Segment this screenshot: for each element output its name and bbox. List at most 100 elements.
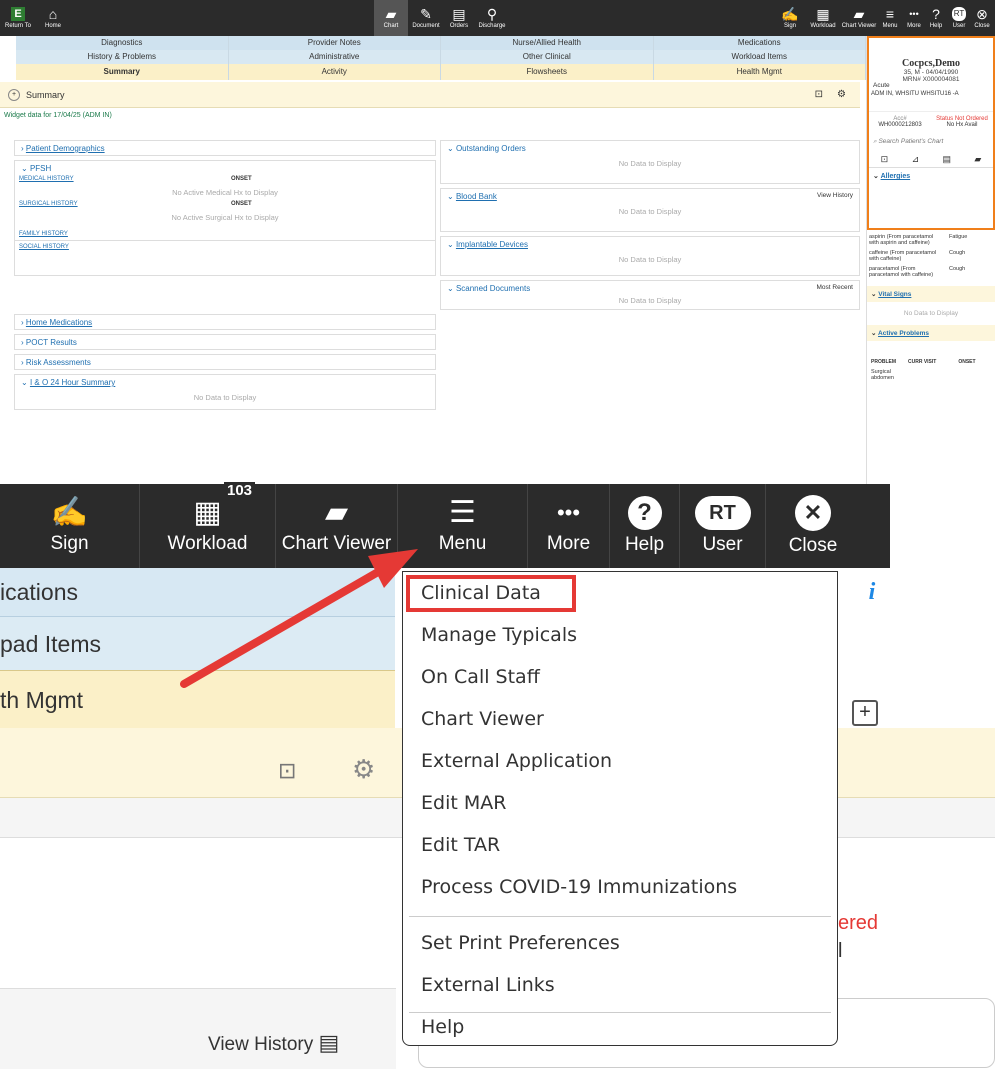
chart-icon[interactable]: ⊿ xyxy=(912,154,920,165)
chart-button[interactable]: ▰ Chart xyxy=(374,0,408,36)
menu-button[interactable]: ☰ Menu xyxy=(398,484,528,568)
allergy-name: caffeine (From paracetamol with caffeine… xyxy=(869,250,937,262)
clipboard-icon[interactable]: ▤ xyxy=(942,154,951,165)
upload-icon[interactable]: ⊡ xyxy=(278,758,296,784)
tab-other-clinical[interactable]: Other Clinical xyxy=(441,50,654,64)
active-problems-link[interactable]: Active Problems xyxy=(878,330,929,337)
orders-label: Orders xyxy=(449,23,469,29)
io-no-data: No Data to Display xyxy=(193,393,257,402)
chevron-down-icon: ⌄ xyxy=(447,192,454,201)
menu-item-set-print-preferences[interactable]: Set Print Preferences xyxy=(421,932,620,954)
allergy-reaction: Fatigue xyxy=(949,234,968,240)
help-button[interactable]: ? Help xyxy=(610,484,680,568)
surgical-history-link[interactable]: SURGICAL HISTORY xyxy=(19,201,78,207)
tab-medications[interactable]: Medications xyxy=(654,36,866,50)
risk-assessments-widget[interactable]: › Risk Assessments xyxy=(14,354,436,370)
tab-nurse-allied-health[interactable]: Nurse/Allied Health xyxy=(441,36,654,50)
blood-bank-link[interactable]: Blood Bank xyxy=(456,192,497,201)
menu-item-chart-viewer[interactable]: Chart Viewer xyxy=(421,708,544,730)
family-history-link[interactable]: FAMILY HISTORY xyxy=(19,231,68,237)
search-chart-input[interactable]: Search Patient's Chart xyxy=(878,138,943,145)
help-label: Help xyxy=(624,534,665,555)
sign-button[interactable]: ✍ Sign xyxy=(0,484,140,568)
workload-button[interactable]: ▦ 103 Workload xyxy=(140,482,276,568)
tab-workload-items[interactable]: Workload Items xyxy=(654,50,866,64)
most-recent-label[interactable]: Most Recent xyxy=(817,284,854,291)
upload-icon[interactable]: ⊡ xyxy=(815,89,823,100)
social-history-link[interactable]: SOCIAL HISTORY xyxy=(19,244,69,250)
menu-item-edit-mar[interactable]: Edit MAR xyxy=(421,792,506,814)
close-button-small[interactable]: ⊗ Close xyxy=(971,0,993,36)
tab-provider-notes[interactable]: Provider Notes xyxy=(229,36,441,50)
workload-icon: ▦ xyxy=(816,6,830,22)
help-button-small[interactable]: ? Help xyxy=(925,0,947,36)
acute-label: Acute xyxy=(873,82,890,89)
home-medications-widget[interactable]: › Home Medications xyxy=(14,314,436,330)
folder-icon[interactable]: ▰ xyxy=(974,154,981,165)
tab-workload-items-zoom[interactable]: pad Items xyxy=(0,616,395,670)
menu-item-external-application[interactable]: External Application xyxy=(421,750,612,772)
document-icon: ▤ xyxy=(318,1030,340,1055)
tab-health-mgmt[interactable]: Health Mgmt xyxy=(654,64,866,80)
tab-history-problems[interactable]: History & Problems xyxy=(16,50,229,64)
more-button[interactable]: ••• More xyxy=(528,484,610,568)
gear-icon[interactable]: ⚙ xyxy=(837,89,846,100)
vital-signs-link[interactable]: Vital Signs xyxy=(878,291,911,298)
chevron-down-icon: ⌄ xyxy=(873,173,879,180)
chart-viewer-button-small[interactable]: ▰ Chart Viewer xyxy=(841,0,877,36)
tab-health-mgmt-zoom[interactable]: th Mgmt xyxy=(0,670,395,728)
poct-results-widget[interactable]: › POCT Results xyxy=(14,334,436,350)
close-button[interactable]: ✕ Close xyxy=(766,484,860,568)
chevron-down-icon: ⌄ xyxy=(21,164,28,173)
tab-summary[interactable]: Summary xyxy=(16,64,229,80)
menu-item-on-call-staff[interactable]: On Call Staff xyxy=(421,666,540,688)
collapse-icon[interactable]: + xyxy=(8,88,20,101)
tab-administrative[interactable]: Administrative xyxy=(229,50,441,64)
tab-flowsheets[interactable]: Flowsheets xyxy=(441,64,654,80)
patient-demographics-link[interactable]: Patient Demographics xyxy=(26,144,105,153)
discharge-icon: ⚲ xyxy=(486,6,498,22)
scanned-no-data: No Data to Display xyxy=(618,296,682,305)
tab-medications-zoom[interactable]: ications xyxy=(0,568,395,616)
view-history-link-small[interactable]: View History xyxy=(817,192,853,199)
menu-item-manage-typicals[interactable]: Manage Typicals xyxy=(421,624,577,646)
return-to-button[interactable]: E Return To xyxy=(0,0,36,36)
allergies-link[interactable]: Allergies xyxy=(881,173,911,180)
patient-demographics-widget[interactable]: › Patient Demographics xyxy=(14,140,436,156)
upload-icon[interactable]: ⊡ xyxy=(881,154,889,165)
home-button[interactable]: ⌂ Home xyxy=(36,0,70,36)
io-summary-link[interactable]: I & O 24 Hour Summary xyxy=(30,378,115,387)
more-label-small: More xyxy=(907,23,921,29)
implantable-devices-link[interactable]: Implantable Devices xyxy=(456,240,528,249)
home-medications-link[interactable]: Home Medications xyxy=(26,318,92,327)
menu-item-edit-tar[interactable]: Edit TAR xyxy=(421,834,500,856)
document-icon: ✎ xyxy=(420,6,432,22)
user-button[interactable]: RT User xyxy=(680,484,766,568)
view-history-link[interactable]: View History ▤ xyxy=(208,1030,339,1056)
tab-activity[interactable]: Activity xyxy=(229,64,441,80)
discharge-button[interactable]: ⚲ Discharge xyxy=(474,0,510,36)
sign-button-small[interactable]: ✍ Sign xyxy=(775,0,805,36)
user-label: User xyxy=(702,534,743,555)
chevron-right-icon: › xyxy=(21,358,24,367)
menu-item-external-links[interactable]: External Links xyxy=(421,974,555,996)
tab-diagnostics[interactable]: Diagnostics xyxy=(16,36,229,50)
document-button[interactable]: ✎ Document xyxy=(408,0,444,36)
orders-button[interactable]: ▤ Orders xyxy=(444,0,474,36)
info-icon[interactable]: i xyxy=(858,578,886,606)
add-icon[interactable]: + xyxy=(852,700,878,726)
no-hx-avail: No Hx Avail xyxy=(946,122,978,128)
medical-history-link[interactable]: MEDICAL HISTORY xyxy=(19,176,74,182)
gear-icon[interactable]: ⚙ xyxy=(352,754,375,785)
menu-item-help[interactable]: Help xyxy=(421,1016,464,1038)
document-label: Document xyxy=(412,23,440,29)
more-button-small[interactable]: ••• More xyxy=(903,0,925,36)
menu-button-small[interactable]: ≡ Menu xyxy=(877,0,903,36)
workload-button-small[interactable]: ▦ Workload xyxy=(805,0,841,36)
chart-viewer-button[interactable]: ▰ Chart Viewer xyxy=(276,484,398,568)
chevron-down-icon: ⌄ xyxy=(871,330,877,337)
menu-item-process-covid[interactable]: Process COVID-19 Immunizations xyxy=(421,876,737,898)
user-button-small[interactable]: RT User xyxy=(947,0,971,36)
zoomed-toolbar: ✍ Sign ▦ 103 Workload ▰ Chart Viewer ☰ Menu •… xyxy=(0,482,890,568)
view-history-label: View History xyxy=(208,1034,314,1055)
